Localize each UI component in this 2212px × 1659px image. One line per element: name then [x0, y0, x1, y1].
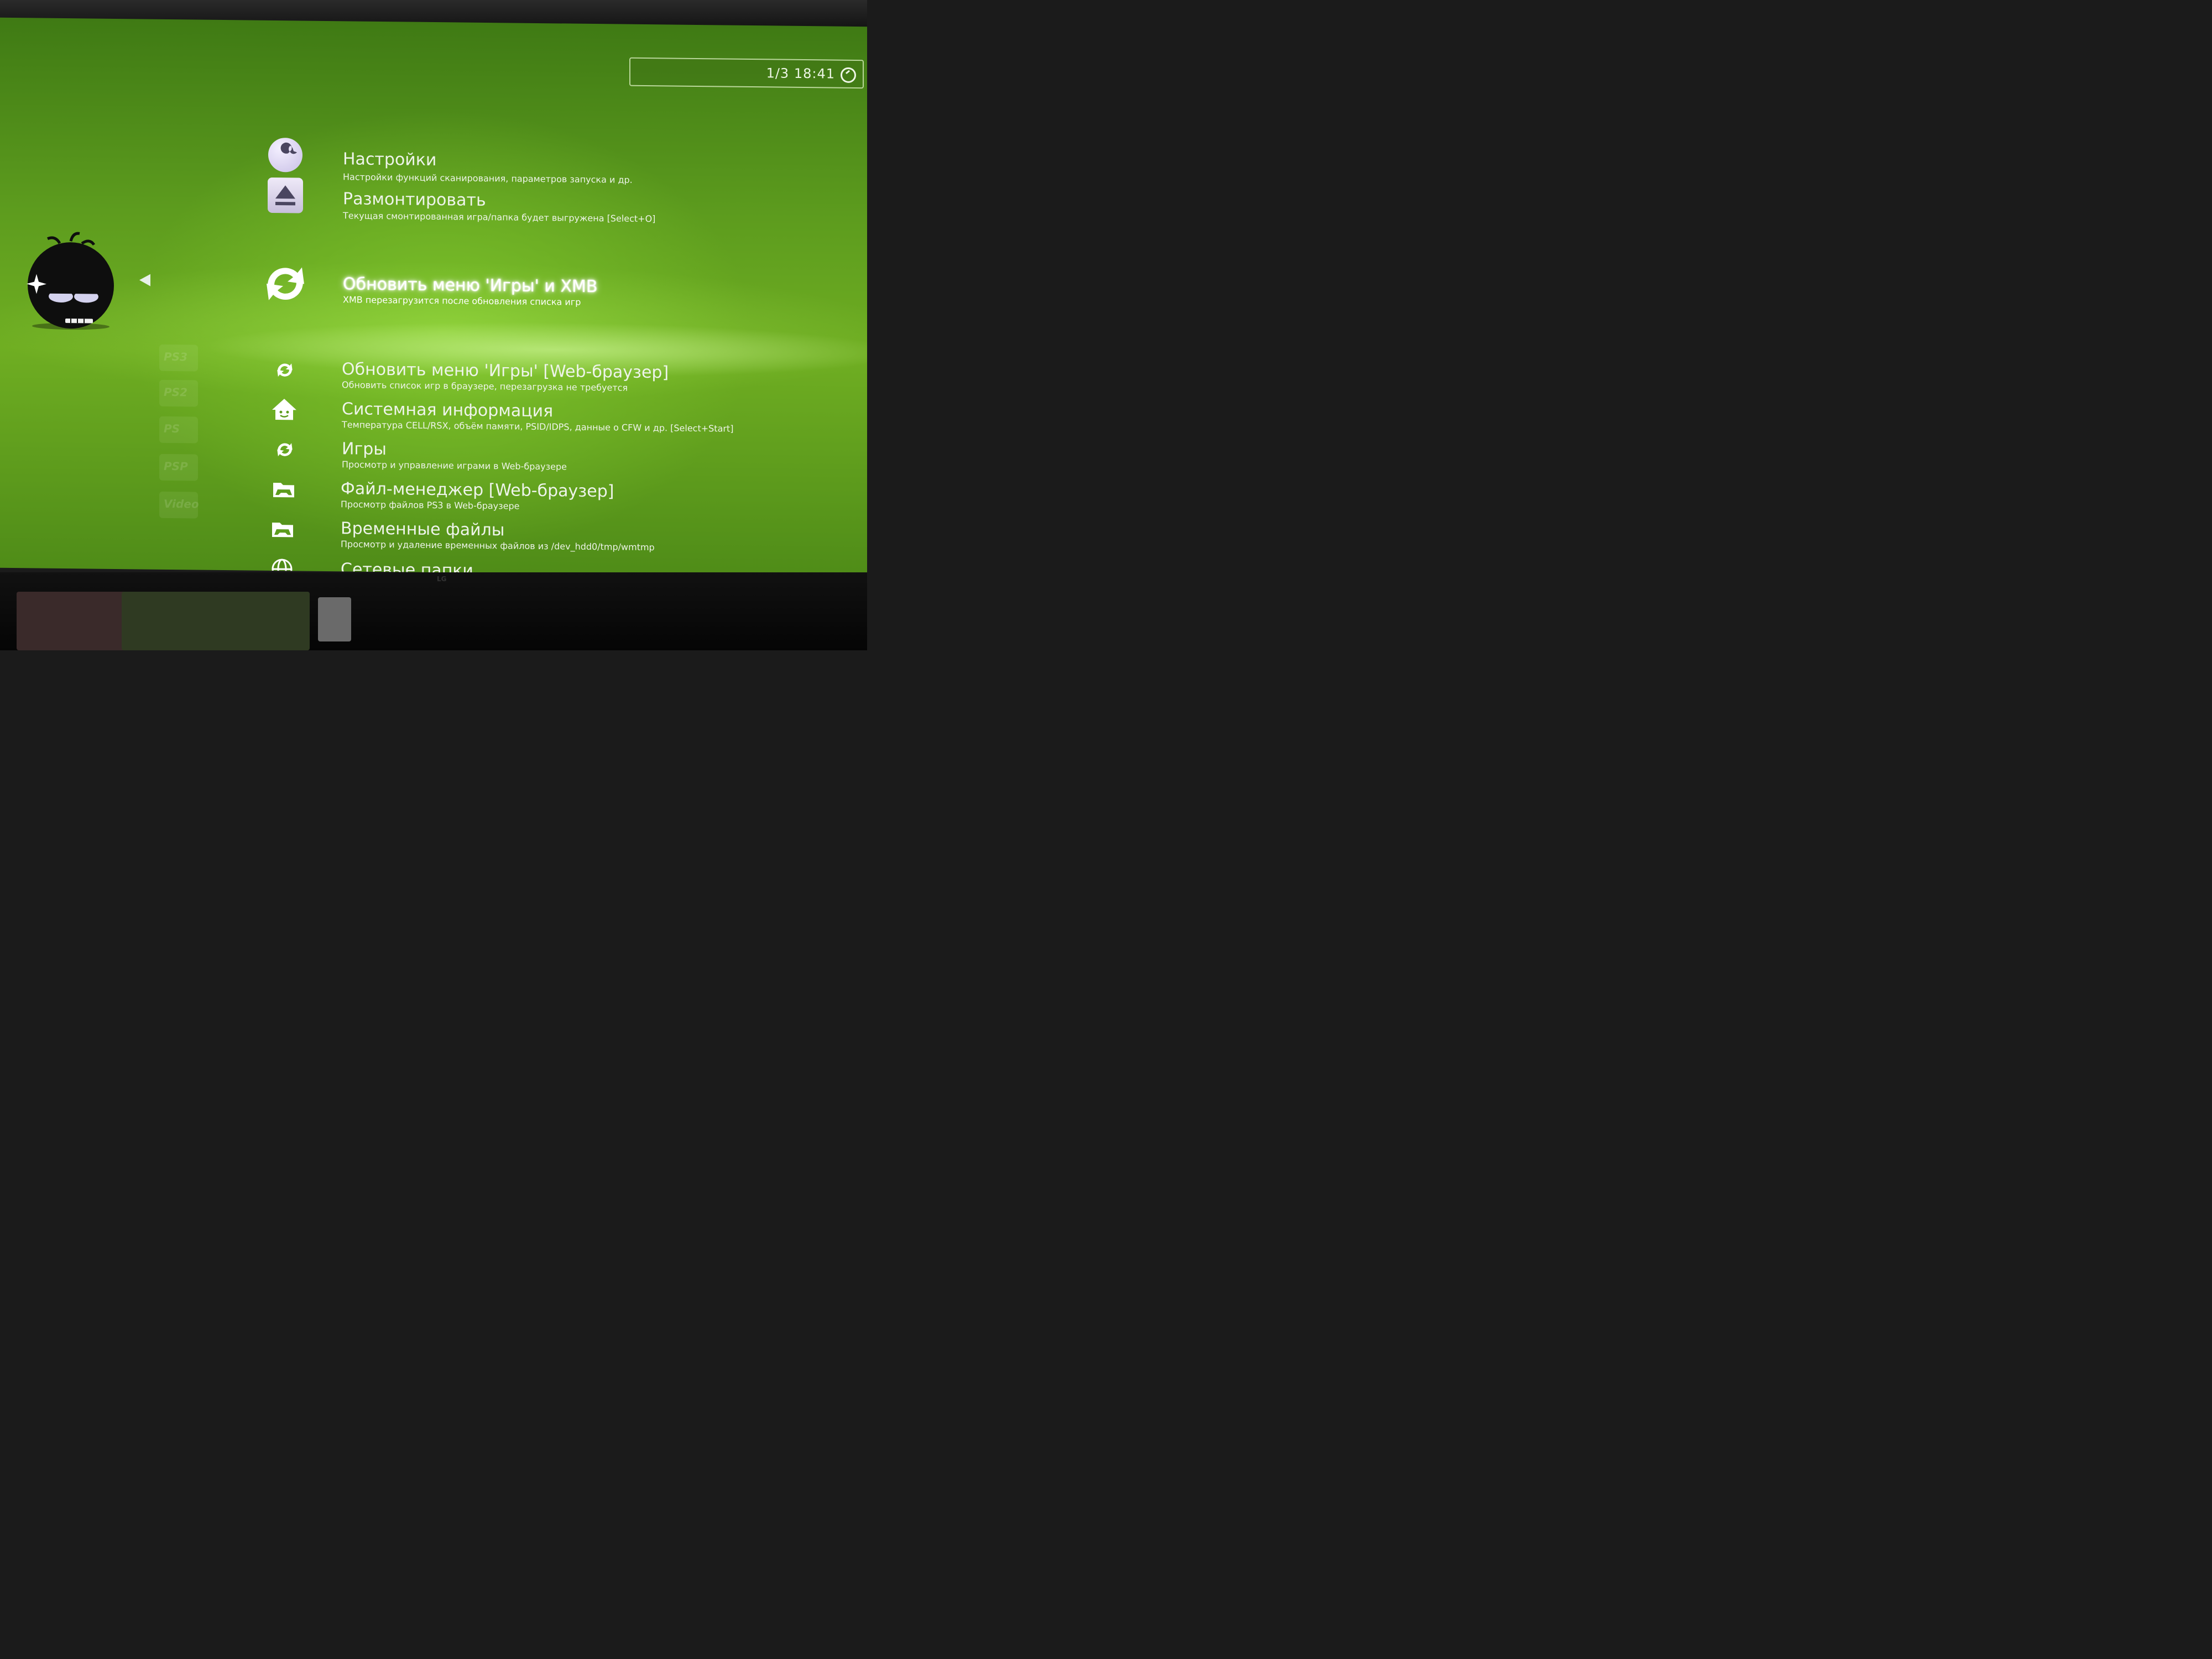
user-avatar	[27, 232, 114, 330]
folder-label: Video	[164, 497, 199, 511]
folder-video-icon[interactable]: Video	[159, 491, 199, 519]
menu-item-file-manager[interactable]: Файл-менеджер [Web-браузер] Просмотр фай…	[0, 473, 867, 512]
category-arrow-icon[interactable]	[139, 274, 150, 286]
menu-item-description: Настройки функций сканирования, параметр…	[343, 171, 633, 185]
eject-icon	[268, 177, 303, 213]
menu-item-title: Размонтировать	[343, 189, 486, 210]
folder-label: PS	[164, 421, 180, 436]
status-text: 1/3 18:41	[766, 65, 835, 82]
refresh-icon	[277, 443, 293, 457]
home-icon	[272, 399, 296, 420]
clock-icon	[841, 67, 856, 84]
folder-psp-icon[interactable]: PSP	[159, 453, 198, 481]
menu-item-refresh-web[interactable]: Обновить меню 'Игры' [Web-браузер] Обнов…	[0, 354, 867, 393]
menu-item-description: Текущая смонтированная игра/папка будет …	[343, 210, 656, 225]
folder-label: PS2	[164, 385, 187, 399]
menu-item-title: Временные файлы	[341, 519, 505, 540]
folder-label: PSP	[164, 459, 188, 473]
wrench-icon	[268, 137, 302, 173]
refresh-icon	[277, 363, 293, 377]
refresh-icon	[267, 267, 304, 300]
folder-ps1-icon[interactable]: PS	[159, 416, 198, 444]
monitor-brand-logo: LG	[437, 575, 447, 583]
menu-item-title: Настройки	[343, 149, 437, 170]
menu-item-description: Просмотр и удаление временных файлов из …	[341, 539, 655, 553]
menu-item-refresh-xmb[interactable]: Обновить меню 'Игры' и XMB XMB перезагру…	[0, 255, 867, 307]
folder-label: PS3	[164, 349, 187, 364]
menu-item-settings[interactable]: Настройки Настройки функций сканирования…	[0, 134, 867, 185]
menu-item-title: Обновить меню 'Игры' [Web-браузер]	[342, 359, 669, 383]
menu-item-description: XMB перезагрузится после обновления спис…	[343, 294, 581, 307]
menu-item-title: Игры	[342, 439, 387, 460]
gamepad-folder-icon	[272, 522, 293, 538]
menu-item-title: Обновить меню 'Игры' и XMB	[343, 274, 598, 297]
folder-ps2-icon[interactable]: PS2	[159, 379, 198, 407]
menu-item-description: Обновить список игр в браузере, перезагр…	[342, 379, 628, 393]
status-bar: 1/3 18:41	[629, 57, 864, 89]
gamepad-folder-icon	[273, 482, 294, 498]
menu-item-system-info[interactable]: Системная информация Температура CELL/RS…	[0, 394, 867, 434]
menu-item-description: Просмотр и управление играми в Web-брауз…	[342, 459, 567, 472]
menu-item-title: Файл-менеджер [Web-браузер]	[341, 479, 614, 502]
remote-control	[318, 597, 351, 641]
menu-item-games[interactable]: Игры Просмотр и управление играми в Web-…	[0, 434, 867, 472]
xmb-screen: 1/3 18:41 PS3 PS2 PS PSP Video Настройки…	[0, 17, 867, 577]
menu-item-network-folders[interactable]: Сетевые папки	[0, 553, 867, 577]
menu-item-description: Температура CELL/RSX, объём памяти, PSID…	[342, 419, 734, 434]
menu-item-title: Системная информация	[342, 399, 554, 421]
menu-item-temp-files[interactable]: Временные файлы Просмотр и удаление врем…	[0, 513, 867, 552]
folder-ps3-icon[interactable]: PS3	[159, 344, 198, 372]
desk-object	[122, 592, 310, 650]
menu-item-description: Просмотр файлов PS3 в Web-браузере	[341, 499, 520, 512]
